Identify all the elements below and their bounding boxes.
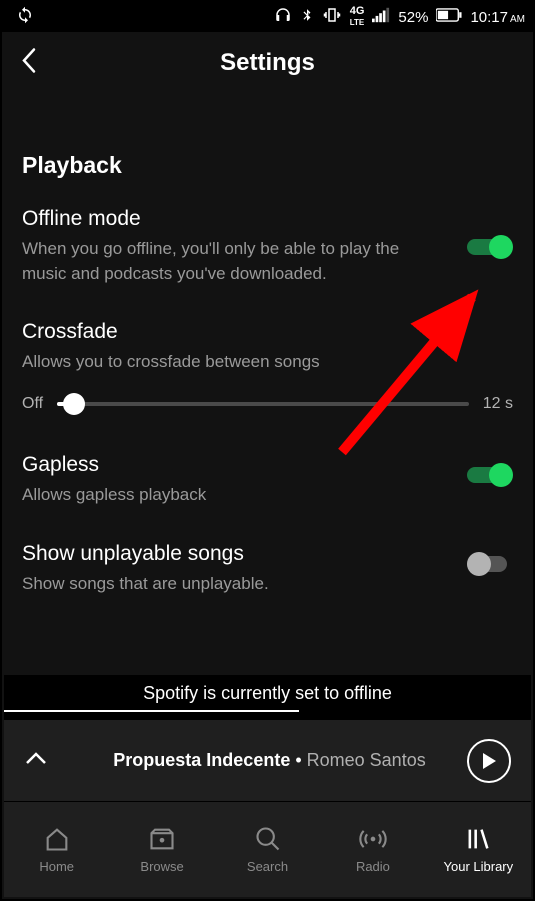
offline-toast: Spotify is currently set to offline (4, 675, 531, 720)
battery-icon (436, 8, 462, 26)
play-icon (481, 752, 497, 770)
now-playing-text: Propuesta Indecente • Romeo Santos (72, 750, 467, 771)
setting-title: Gapless (22, 453, 513, 477)
nav-search[interactable]: Search (215, 802, 320, 897)
setting-title: Show unplayable songs (22, 542, 513, 566)
artist-name: Romeo Santos (307, 750, 426, 770)
radio-icon (358, 825, 388, 853)
vibrate-icon (322, 6, 342, 28)
now-playing-bar[interactable]: Propuesta Indecente • Romeo Santos (4, 719, 531, 801)
sync-icon (10, 6, 34, 28)
bottom-nav: Home Browse Search Radio Your Library (4, 801, 531, 897)
chevron-left-icon (20, 47, 38, 75)
nav-browse[interactable]: Browse (109, 802, 214, 897)
nav-home[interactable]: Home (4, 802, 109, 897)
setting-gapless: Gapless Allows gapless playback (22, 453, 513, 508)
home-icon (43, 825, 71, 853)
browse-icon (148, 825, 176, 853)
slider-thumb[interactable] (63, 393, 85, 415)
slider-max-label: 12 s (483, 395, 513, 413)
setting-desc: Allows gapless playback (22, 483, 402, 508)
setting-crossfade: Crossfade Allows you to crossfade betwee… (22, 320, 513, 375)
bluetooth-icon (300, 6, 314, 28)
chevron-up-icon[interactable] (24, 750, 48, 771)
page-title: Settings (220, 49, 315, 77)
search-icon (254, 825, 282, 853)
section-playback-title: Playback (22, 152, 513, 179)
nav-library[interactable]: Your Library (426, 802, 531, 897)
setting-unplayable: Show unplayable songs Show songs that ar… (22, 542, 513, 597)
setting-title: Offline mode (22, 207, 513, 231)
slider-min-label: Off (22, 395, 43, 413)
network-type: 4GLTE (350, 6, 365, 28)
crossfade-slider[interactable] (57, 402, 469, 406)
unplayable-toggle[interactable] (467, 552, 513, 576)
setting-offline-mode: Offline mode When you go offline, you'll… (22, 207, 513, 286)
nav-radio[interactable]: Radio (320, 802, 425, 897)
header: Settings (2, 32, 533, 94)
gapless-toggle[interactable] (467, 463, 513, 487)
settings-content: Playback Offline mode When you go offlin… (2, 94, 533, 596)
library-icon (464, 825, 492, 853)
battery-percent: 52% (398, 9, 428, 26)
offline-mode-toggle[interactable] (467, 235, 513, 259)
crossfade-slider-row: Off 12 s (22, 395, 513, 413)
track-name: Propuesta Indecente (113, 750, 290, 770)
setting-desc: When you go offline, you'll only be able… (22, 237, 402, 286)
setting-desc: Show songs that are unplayable. (22, 572, 402, 597)
headphones-icon (274, 6, 292, 28)
status-bar: 4GLTE 52% 10:17AM (2, 2, 533, 32)
setting-desc: Allows you to crossfade between songs (22, 350, 402, 375)
play-button[interactable] (467, 739, 511, 783)
clock: 10:17AM (470, 9, 525, 26)
setting-title: Crossfade (22, 320, 513, 344)
back-button[interactable] (20, 47, 38, 80)
signal-icon (372, 7, 390, 27)
